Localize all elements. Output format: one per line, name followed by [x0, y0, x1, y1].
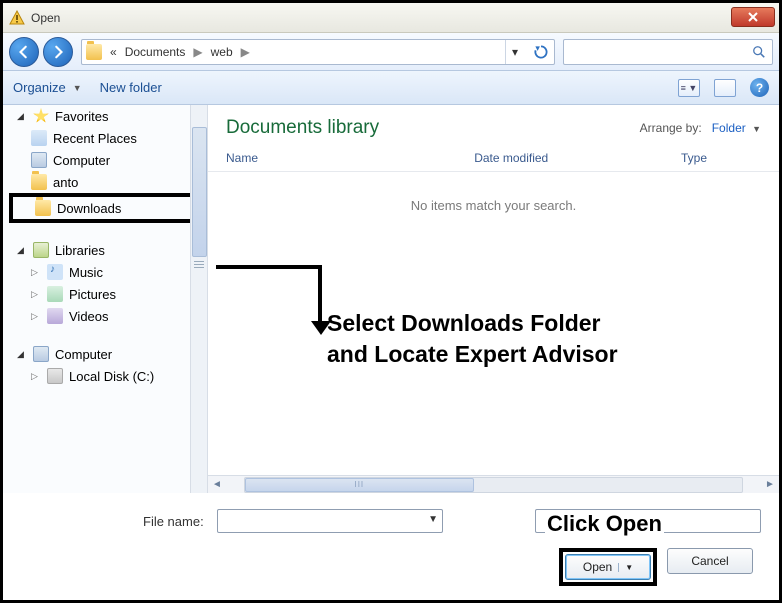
filename-input[interactable]: ▼: [217, 509, 443, 533]
preview-pane-button[interactable]: [714, 79, 736, 97]
sidebar-item-anto[interactable]: anto: [3, 171, 207, 193]
organize-menu[interactable]: Organize▼: [13, 80, 82, 95]
open-dialog-window: Open « Documents ▶ web ▶ ▾: [3, 3, 779, 493]
file-list-pane: Documents library Arrange by: Folder ▼ N…: [207, 105, 779, 493]
scroll-left-arrow[interactable]: ◄: [208, 479, 226, 490]
music-label: Music: [69, 265, 103, 280]
music-icon: [47, 264, 63, 280]
dialog-buttons: Open ▼ Cancel: [559, 548, 753, 586]
refresh-icon[interactable]: [532, 43, 550, 61]
chevron-down-icon[interactable]: ▼: [428, 514, 438, 525]
sidebar-item-music[interactable]: ▷ Music: [3, 261, 207, 283]
open-button[interactable]: Open ▼: [565, 554, 651, 580]
pictures-icon: [47, 286, 63, 302]
breadcrumb-dropdown[interactable]: ▾: [505, 40, 524, 64]
sidebar-item-downloads[interactable]: Downloads: [13, 197, 203, 219]
recent-places-icon: [31, 130, 47, 146]
new-folder-button[interactable]: New folder: [100, 80, 162, 95]
sidebar-favorites[interactable]: ◢ Favorites: [3, 105, 207, 127]
computer-label: Computer: [55, 347, 112, 362]
computer-fav-label: Computer: [53, 153, 110, 168]
navigation-bar: « Documents ▶ web ▶ ▾: [3, 33, 779, 71]
anto-label: anto: [53, 175, 78, 190]
column-type[interactable]: Type: [681, 151, 761, 165]
column-name[interactable]: Name: [226, 151, 474, 165]
annotation-text: Select Downloads Folder and Locate Exper…: [327, 308, 618, 370]
recent-label: Recent Places: [53, 131, 137, 146]
sidebar-item-local-disk[interactable]: ▷ Local Disk (C:): [3, 365, 207, 387]
help-icon[interactable]: ?: [750, 78, 769, 97]
toolbar: Organize▼ New folder ≡ ▼ ?: [3, 71, 779, 105]
downloads-label: Downloads: [57, 201, 121, 216]
computer-icon: [33, 346, 49, 362]
sidebar-computer[interactable]: ◢ Computer: [3, 343, 207, 365]
libraries-label: Libraries: [55, 243, 105, 258]
folder-icon: [86, 44, 102, 60]
folder-icon: [31, 174, 47, 190]
back-button[interactable]: [9, 37, 39, 67]
videos-icon: [47, 308, 63, 324]
arrange-value: Folder: [712, 121, 746, 135]
arrange-by[interactable]: Arrange by: Folder ▼: [640, 121, 761, 135]
breadcrumb[interactable]: « Documents ▶ web ▶ ▾: [81, 39, 555, 65]
arrange-label: Arrange by:: [640, 121, 702, 135]
annotation-line: [216, 265, 322, 269]
scroll-right-arrow[interactable]: ►: [761, 479, 779, 490]
horizontal-scrollbar[interactable]: ◄ ►: [208, 475, 779, 493]
window-title: Open: [31, 11, 60, 25]
cancel-button[interactable]: Cancel: [667, 548, 753, 574]
favorites-label: Favorites: [55, 109, 108, 124]
sidebar-libraries[interactable]: ◢ Libraries: [3, 239, 207, 261]
breadcrumb-documents[interactable]: Documents: [121, 45, 190, 59]
close-button[interactable]: [731, 7, 775, 27]
sidebar-item-videos[interactable]: ▷ Videos: [3, 305, 207, 327]
computer-icon: [31, 152, 47, 168]
star-icon: [33, 108, 49, 124]
sidebar-resize-grip[interactable]: [190, 255, 207, 275]
local-disk-label: Local Disk (C:): [69, 369, 154, 384]
videos-label: Videos: [69, 309, 109, 324]
view-options-button[interactable]: ≡ ▼: [678, 79, 700, 97]
sidebar-item-pictures[interactable]: ▷ Pictures: [3, 283, 207, 305]
breadcrumb-prefix: «: [106, 45, 121, 59]
scrollbar-thumb[interactable]: [245, 478, 474, 492]
sidebar-item-recent-places[interactable]: Recent Places: [3, 127, 207, 149]
sidebar-scrollbar[interactable]: [190, 105, 207, 493]
titlebar: Open: [3, 3, 779, 33]
forward-button[interactable]: [43, 37, 73, 67]
pictures-label: Pictures: [69, 287, 116, 302]
library-title: Documents library: [226, 117, 379, 139]
scrollbar-track[interactable]: [244, 477, 743, 493]
empty-message: No items match your search.: [208, 172, 779, 223]
annotation-click-open: Click Open: [545, 511, 664, 537]
breadcrumb-web[interactable]: web: [207, 45, 237, 59]
warning-icon: [9, 10, 25, 26]
folder-icon: [35, 200, 51, 216]
column-headers[interactable]: Name Date modified Type: [208, 145, 779, 172]
scrollbar-thumb[interactable]: [192, 127, 207, 257]
filename-label: File name:: [143, 514, 204, 529]
annotation-line: [318, 265, 322, 327]
breadcrumb-caret[interactable]: ▶: [193, 45, 202, 59]
dialog-body: ◢ Favorites Recent Places Computer anto …: [3, 105, 779, 493]
search-icon: [752, 45, 766, 59]
search-input[interactable]: [563, 39, 773, 65]
libraries-icon: [33, 242, 49, 258]
breadcrumb-caret-end[interactable]: ▶: [241, 45, 250, 59]
open-button-highlight-annotation: Open ▼: [559, 548, 657, 586]
navigation-pane: ◢ Favorites Recent Places Computer anto …: [3, 105, 207, 493]
disk-icon: [47, 368, 63, 384]
chevron-down-icon[interactable]: ▼: [618, 563, 633, 572]
downloads-highlight-annotation: Downloads: [9, 193, 207, 223]
column-date-modified[interactable]: Date modified: [474, 151, 681, 165]
sidebar-item-computer-fav[interactable]: Computer: [3, 149, 207, 171]
